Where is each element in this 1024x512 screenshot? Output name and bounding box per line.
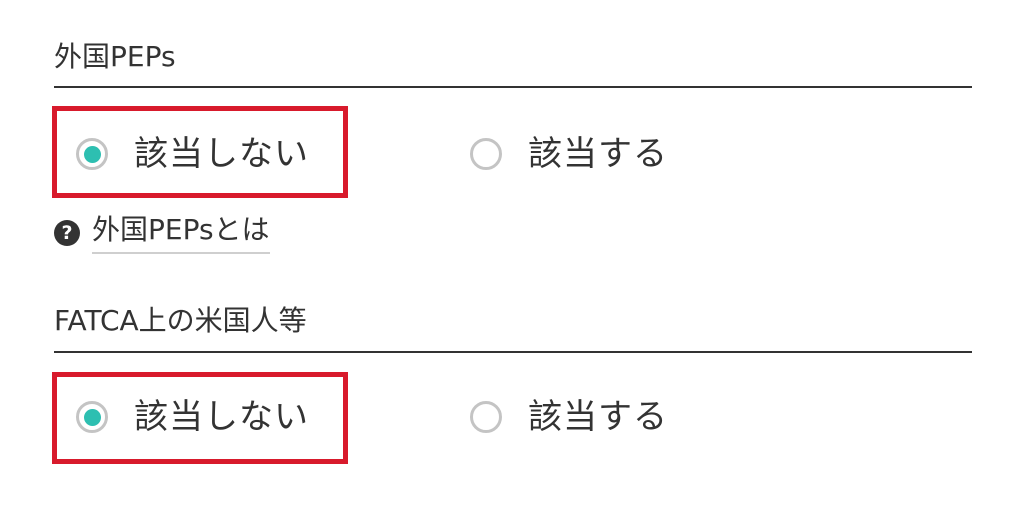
radio-selected-icon bbox=[76, 138, 108, 170]
radio-fatca-not-applicable[interactable]: 該当しない bbox=[76, 382, 309, 452]
help-link-label: 外国PEPsとは bbox=[92, 212, 270, 254]
radio-label: 該当する bbox=[528, 397, 668, 437]
radio-label: 該当しない bbox=[134, 397, 309, 437]
radio-foreign-peps-applicable[interactable]: 該当する bbox=[470, 119, 668, 189]
radio-label: 該当しない bbox=[134, 134, 309, 174]
form-page: 外国PEPs 該当しない 該当する ? 外国PEPsとは FATCA上の米国人等… bbox=[0, 0, 1024, 512]
radio-fatca-applicable[interactable]: 該当する bbox=[470, 382, 668, 452]
section-title-foreign-peps: 外国PEPs bbox=[54, 40, 176, 73]
radio-selected-icon bbox=[76, 401, 108, 433]
section-divider bbox=[54, 351, 972, 353]
question-circle-icon: ? bbox=[54, 220, 80, 246]
radio-unselected-icon bbox=[470, 138, 502, 170]
help-link-foreign-peps[interactable]: ? 外国PEPsとは bbox=[54, 210, 270, 256]
radio-unselected-icon bbox=[470, 401, 502, 433]
radio-label: 該当する bbox=[528, 134, 668, 174]
radio-foreign-peps-not-applicable[interactable]: 該当しない bbox=[76, 119, 309, 189]
section-title-fatca: FATCA上の米国人等 bbox=[54, 304, 307, 337]
section-divider bbox=[54, 86, 972, 88]
